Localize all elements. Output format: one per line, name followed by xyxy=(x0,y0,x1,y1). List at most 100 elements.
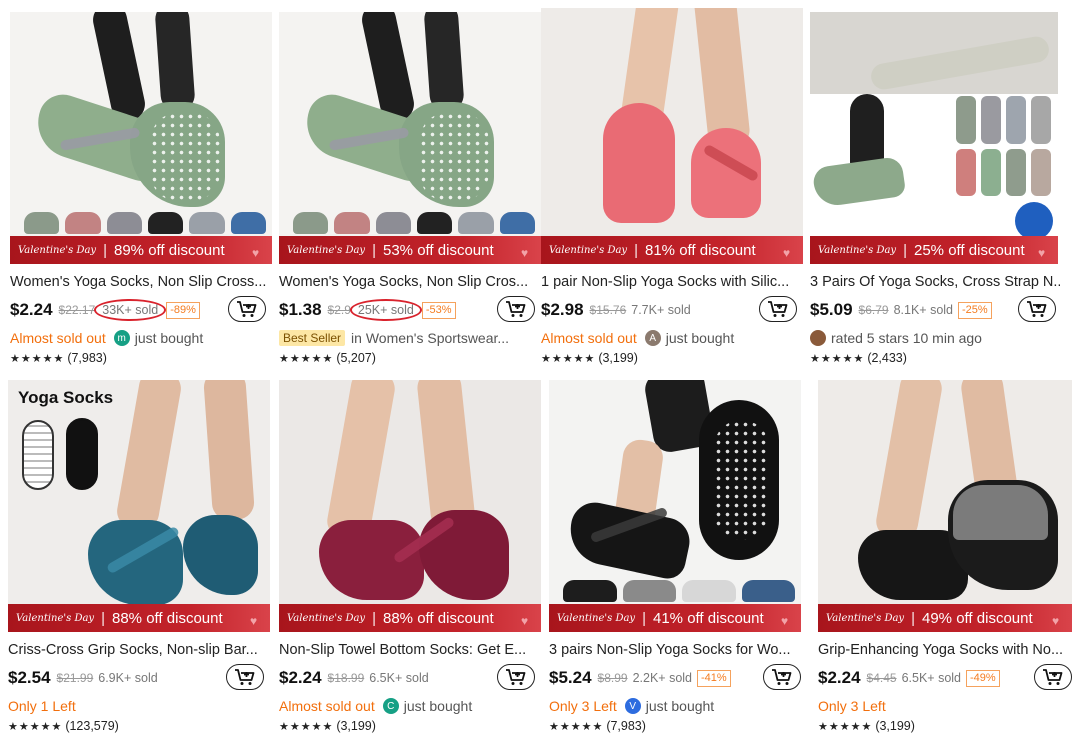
leg-graphic xyxy=(423,12,465,114)
product-image[interactable]: Valentine's Day | 81% off discount ♥ xyxy=(541,8,803,264)
sock-graphic xyxy=(811,155,907,209)
product-card[interactable]: Valentine's Day | 81% off discount ♥ 1 pa… xyxy=(541,8,803,369)
discount-banner-text: 49% off discount xyxy=(922,609,1033,627)
status-row: Only 3 Left xyxy=(818,696,1080,716)
product-image[interactable]: Valentine's Day | 25% off discount ♥ xyxy=(810,12,1058,264)
product-card[interactable]: Valentine's Day | 49% off discount ♥ Grip… xyxy=(818,380,1080,737)
heart-icon: ♥ xyxy=(781,614,789,628)
product-title[interactable]: Women's Yoga Socks, Non Slip Cros... xyxy=(279,272,541,292)
product-image[interactable]: Valentine's Day | 89% off discount ♥ xyxy=(10,12,272,264)
rating: ★★★★★ (7,983) xyxy=(549,719,811,737)
price: $2.98 xyxy=(541,300,584,319)
price: $2.24 xyxy=(10,300,53,319)
product-image[interactable]: Valentine's Day | 88% off discount ♥ xyxy=(279,380,541,632)
discount-banner-text: 81% off discount xyxy=(645,241,756,259)
sold-count: 6.5K+ sold xyxy=(901,671,961,685)
rating: ★★★★★ (2,433) xyxy=(810,351,1072,369)
review-count: (123,579) xyxy=(65,719,119,733)
heart-icon: ♥ xyxy=(1052,614,1060,628)
status-row: Best Seller in Women's Sportswear... xyxy=(279,328,541,348)
price-row: $2.24 $22.17 33K+ sold -89% xyxy=(10,296,272,324)
original-price: $4.45 xyxy=(866,671,897,685)
discount-tag: -89% xyxy=(166,301,200,319)
original-price: $18.99 xyxy=(327,671,365,685)
status-row: Only 1 Left xyxy=(8,696,270,716)
product-card[interactable]: Valentine's Day | 53% off discount ♥ Wome… xyxy=(279,12,541,369)
star-rating-icon: ★★★★★ xyxy=(541,353,596,365)
add-to-cart-button[interactable] xyxy=(228,296,266,322)
product-title[interactable]: 3 pairs Non-Slip Yoga Socks for Wo... xyxy=(549,640,801,660)
avatar xyxy=(810,330,826,346)
product-image[interactable]: Yoga Socks Valentine's Day | 88% off disc… xyxy=(8,380,270,632)
product-title[interactable]: Women's Yoga Socks, Non Slip Cross... xyxy=(10,272,272,292)
product-card[interactable]: Valentine's Day | 25% off discount ♥ 3 Pa… xyxy=(810,12,1072,369)
activity-text: just bought xyxy=(403,698,473,714)
review-count: (3,199) xyxy=(598,351,638,365)
price-row: $2.24 $4.45 6.5K+ sold -49% xyxy=(818,664,1080,692)
cart-plus-icon xyxy=(235,669,255,685)
valentines-logo: Valentine's Day xyxy=(287,244,366,256)
product-image[interactable]: Valentine's Day | 53% off discount ♥ xyxy=(279,12,541,264)
sock-thumbnails xyxy=(956,96,1051,196)
rating: ★★★★★ (7,983) xyxy=(10,351,272,369)
discount-tag: -49% xyxy=(966,669,1000,687)
sock-graphic xyxy=(564,498,694,582)
rating: ★★★★★ (3,199) xyxy=(279,719,541,737)
cart-plus-icon xyxy=(1043,669,1063,685)
sold-count: 8.1K+ sold xyxy=(893,303,953,317)
status-row: Almost sold out m just bought xyxy=(10,328,272,348)
product-title[interactable]: Criss-Cross Grip Socks, Non-slip Bar... xyxy=(8,640,270,660)
promo-banner: Valentine's Day | 41% off discount ♥ xyxy=(549,604,801,632)
add-to-cart-button[interactable] xyxy=(759,296,797,322)
add-to-cart-button[interactable] xyxy=(497,664,535,690)
rating: ★★★★★ (5,207) xyxy=(279,351,541,369)
heart-icon: ♥ xyxy=(521,246,529,260)
color-thumbnails xyxy=(563,580,795,602)
promo-banner: Valentine's Day | 89% off discount ♥ xyxy=(10,236,272,264)
activity-text: just bought xyxy=(665,330,735,346)
add-to-cart-button[interactable] xyxy=(497,296,535,322)
add-to-cart-button[interactable] xyxy=(1018,296,1056,322)
product-card[interactable]: Valentine's Day | 88% off discount ♥ Non-… xyxy=(279,380,541,737)
product-card[interactable]: Valentine's Day | 89% off discount ♥ Wome… xyxy=(10,12,272,369)
discount-tag: -53% xyxy=(421,301,456,319)
avatar: A xyxy=(644,330,661,346)
leg-graphic xyxy=(873,380,945,543)
price: $5.09 xyxy=(810,300,853,319)
sock-diagram xyxy=(22,420,54,490)
heart-icon: ♥ xyxy=(521,614,529,628)
grip-dots xyxy=(714,420,769,540)
activity-text: just bought xyxy=(134,330,204,346)
product-image[interactable]: Valentine's Day | 41% off discount ♥ xyxy=(549,380,801,632)
avatar: m xyxy=(113,330,130,346)
product-card[interactable]: Valentine's Day | 41% off discount ♥ 3 pa… xyxy=(549,380,811,737)
grip-dots xyxy=(419,112,489,202)
promo-banner: Valentine's Day | 88% off discount ♥ xyxy=(8,604,270,632)
price: $1.38 xyxy=(279,300,322,319)
product-title[interactable]: 1 pair Non-Slip Yoga Socks with Silic... xyxy=(541,272,803,292)
category-text[interactable]: in Women's Sportswear... xyxy=(351,330,509,346)
review-count: (5,207) xyxy=(336,351,376,365)
color-thumbnails xyxy=(24,212,266,234)
product-card[interactable]: Yoga Socks Valentine's Day | 88% off disc… xyxy=(8,380,270,737)
product-title[interactable]: Grip-Enhancing Yoga Socks with No... xyxy=(818,640,1070,660)
valentines-logo: Valentine's Day xyxy=(287,612,366,624)
add-to-cart-button[interactable] xyxy=(1034,664,1072,690)
product-title[interactable]: Non-Slip Towel Bottom Socks: Get E... xyxy=(279,640,541,660)
star-rating-icon: ★★★★★ xyxy=(549,721,604,733)
stock-status: Only 1 Left xyxy=(8,698,76,714)
discount-banner-text: 88% off discount xyxy=(383,609,494,627)
price-row: $2.54 $21.99 6.9K+ sold xyxy=(8,664,270,692)
stock-status: Almost sold out xyxy=(10,330,106,346)
sock-graphic xyxy=(603,103,675,223)
price: $2.24 xyxy=(818,668,861,687)
sock-diagram xyxy=(66,418,98,490)
heart-icon: ♥ xyxy=(783,246,791,260)
add-to-cart-button[interactable] xyxy=(763,664,801,690)
sock-graphic xyxy=(419,510,509,600)
product-image[interactable]: Valentine's Day | 49% off discount ♥ xyxy=(818,380,1072,632)
heart-icon: ♥ xyxy=(1038,246,1046,260)
add-to-cart-button[interactable] xyxy=(226,664,264,690)
product-title[interactable]: 3 Pairs Of Yoga Socks, Cross Strap N... xyxy=(810,272,1060,292)
original-price: $8.99 xyxy=(597,671,628,685)
